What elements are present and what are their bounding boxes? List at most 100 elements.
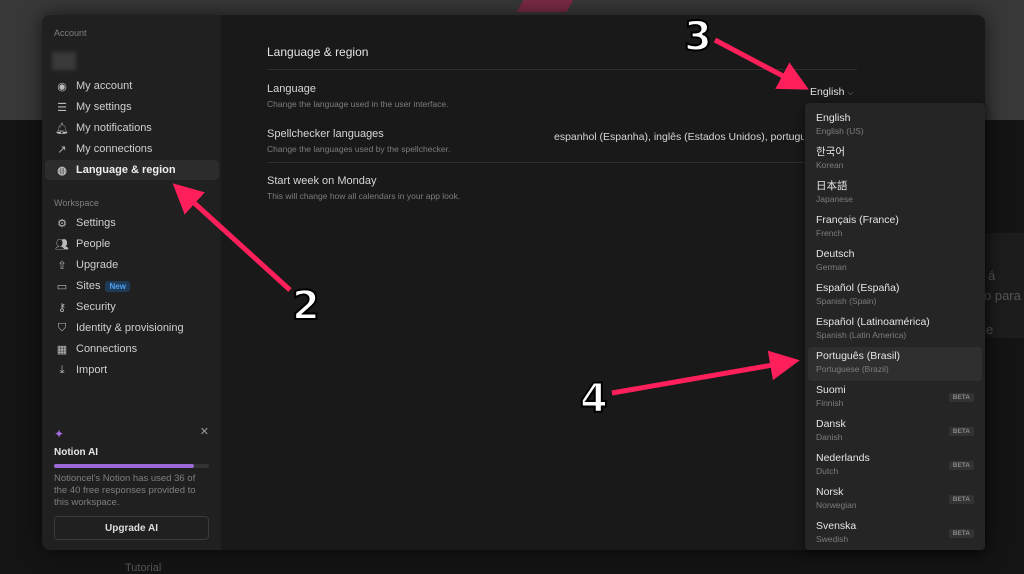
beta-badge: BETA <box>948 427 974 436</box>
avatar <box>52 52 76 70</box>
divider <box>267 162 857 163</box>
beta-badge: BETA <box>948 529 974 538</box>
arrow-up-circle-icon: ⇧ <box>57 259 67 272</box>
workspace-heading: Workspace <box>54 198 99 208</box>
download-icon: ⤓ <box>59 363 65 376</box>
annotation-number-4: 4 <box>579 375 609 423</box>
language-label: Language <box>267 83 316 95</box>
user-circle-icon: ◉ <box>57 80 67 93</box>
close-icon[interactable]: ✕ <box>200 425 209 438</box>
language-option-english: Spanish (Spain) <box>816 296 877 306</box>
background-text: e <box>986 322 994 337</box>
language-dropdown: English English (US) 한국어 Korean 日本語 Japanese F… <box>805 103 985 550</box>
language-option-english: English (US) <box>816 126 864 136</box>
language-option[interactable]: Svenska Swedish BETA <box>808 517 982 551</box>
page-title: Language & region <box>267 45 369 59</box>
language-select-value: English <box>810 86 845 98</box>
sidebar-item-label: Connections <box>76 343 138 355</box>
account-heading: Account <box>54 28 87 38</box>
language-option-name: English <box>816 112 851 124</box>
external-link-icon: ↗ <box>57 143 67 156</box>
sidebar-item-people[interactable]: 👥︎ People <box>45 234 219 254</box>
sidebar-item-language-region[interactable]: ◍ Language & region <box>45 160 219 180</box>
ai-card-description: Notioncel's Notion has used 36 of the 40… <box>54 473 196 508</box>
sidebar-item-label: Language & region <box>76 164 176 176</box>
beta-badge: BETA <box>948 393 974 402</box>
key-icon: ⚷ <box>57 301 67 314</box>
background-text: o para <box>984 288 1021 303</box>
language-option-english: Portuguese (Brazil) <box>816 364 889 374</box>
language-option-name: Português (Brasil) <box>816 350 901 362</box>
ai-card-title: Notion AI <box>54 447 99 458</box>
start-week-label: Start week on Monday <box>267 175 377 187</box>
sidebar-item-import[interactable]: ⤓ Import <box>45 360 219 380</box>
spellchecker-description: Change the languages used by the spellch… <box>267 144 451 154</box>
sidebar-item-my-connections[interactable]: ↗ My connections <box>45 139 219 159</box>
ai-usage-bar <box>54 464 209 468</box>
language-option-name: Español (Latinoamérica) <box>816 316 930 328</box>
language-option[interactable]: Dansk Danish BETA <box>808 415 982 449</box>
language-option-name: 한국어 <box>816 146 845 158</box>
language-option-english: German <box>816 262 847 272</box>
language-option[interactable]: Português (Brasil) Portuguese (Brazil) <box>808 347 982 381</box>
language-option-name: Español (España) <box>816 282 900 294</box>
language-option[interactable]: 한국어 Korean <box>808 143 982 177</box>
people-icon: 👥︎ <box>55 238 69 251</box>
divider <box>267 69 857 70</box>
sidebar-item-my-notifications[interactable]: 🔔︎ My notifications <box>45 118 219 138</box>
spellchecker-select[interactable]: espanhol (Espanha), inglês (Estados Unid… <box>554 131 804 143</box>
sidebar-item-security[interactable]: ⚷ Security <box>45 297 219 317</box>
language-select[interactable]: English ⌵ <box>810 86 853 98</box>
spellchecker-label: Spellchecker languages <box>267 128 384 140</box>
language-option[interactable]: Español (España) Spanish (Spain) <box>808 279 982 313</box>
grid-icon: ▦ <box>56 343 68 356</box>
sidebar-item-upgrade[interactable]: ⇧ Upgrade <box>45 255 219 275</box>
bell-icon: 🔔︎ <box>55 122 69 135</box>
browser-icon: ▭ <box>56 280 68 293</box>
language-option-name: Français (France) <box>816 214 899 226</box>
sidebar-item-my-account[interactable]: ◉ My account <box>45 76 219 96</box>
language-option-english: French <box>816 228 843 238</box>
language-option[interactable]: Deutsch German <box>808 245 982 279</box>
language-option[interactable]: English English (US) <box>808 109 982 143</box>
new-badge: New <box>105 280 130 292</box>
sliders-icon: ☰ <box>57 101 67 114</box>
sidebar-item-label: Identity & provisioning <box>76 322 184 334</box>
ai-usage-fill <box>54 464 194 468</box>
sidebar-item-label: My account <box>76 80 133 92</box>
globe-icon: ◍ <box>57 164 67 177</box>
start-week-description: This will change how all calendars in yo… <box>267 191 461 201</box>
sidebar-item-label: Upgrade <box>76 259 119 271</box>
sidebar-item-label: Sites <box>76 280 101 292</box>
sidebar-item-sites[interactable]: ▭ Sites New <box>45 276 219 296</box>
sidebar-item-identity-provisioning[interactable]: ⛉ Identity & provisioning <box>45 318 219 338</box>
shield-check-icon: ⛉ <box>57 321 67 334</box>
sidebar-item-label: My settings <box>76 101 132 113</box>
sidebar-item-label: My connections <box>76 143 153 155</box>
language-option[interactable]: Français (France) French <box>808 211 982 245</box>
sidebar-item-label: People <box>76 238 111 250</box>
sidebar-item-settings[interactable]: ⚙ Settings <box>45 213 219 233</box>
sidebar-item-label: Settings <box>76 217 116 229</box>
sidebar-item-label: My notifications <box>76 122 152 134</box>
chevron-down-icon: ⌵ <box>847 88 854 97</box>
language-option-english: Spanish (Latin America) <box>816 330 907 340</box>
sidebar-item-connections[interactable]: ▦ Connections <box>45 339 219 359</box>
annotation-number-2: 2 <box>291 282 321 330</box>
language-option-english: Korean <box>816 160 844 170</box>
language-option[interactable]: Suomi Finnish BETA <box>808 381 982 415</box>
language-option[interactable]: 日本語 Japanese <box>808 177 982 211</box>
upgrade-ai-button[interactable]: Upgrade AI <box>54 516 209 540</box>
sparkle-icon: ✦ <box>54 427 65 441</box>
language-option-english: Japanese <box>816 194 853 204</box>
beta-badge: BETA <box>948 461 974 470</box>
language-description: Change the language used in the user int… <box>267 99 449 109</box>
language-option-name: 日本語 <box>816 180 848 192</box>
settings-sidebar: Account ◉ My account ☰ My settings 🔔︎ My noti… <box>42 15 221 550</box>
language-option[interactable]: Norsk Norwegian BETA <box>808 483 982 517</box>
sidebar-item-my-settings[interactable]: ☰ My settings <box>45 97 219 117</box>
gear-icon: ⚙ <box>57 217 67 230</box>
language-option[interactable]: Nederlands Dutch BETA <box>808 449 982 483</box>
beta-badge: BETA <box>948 495 974 504</box>
language-option[interactable]: Español (Latinoamérica) Spanish (Latin Am… <box>808 313 982 347</box>
